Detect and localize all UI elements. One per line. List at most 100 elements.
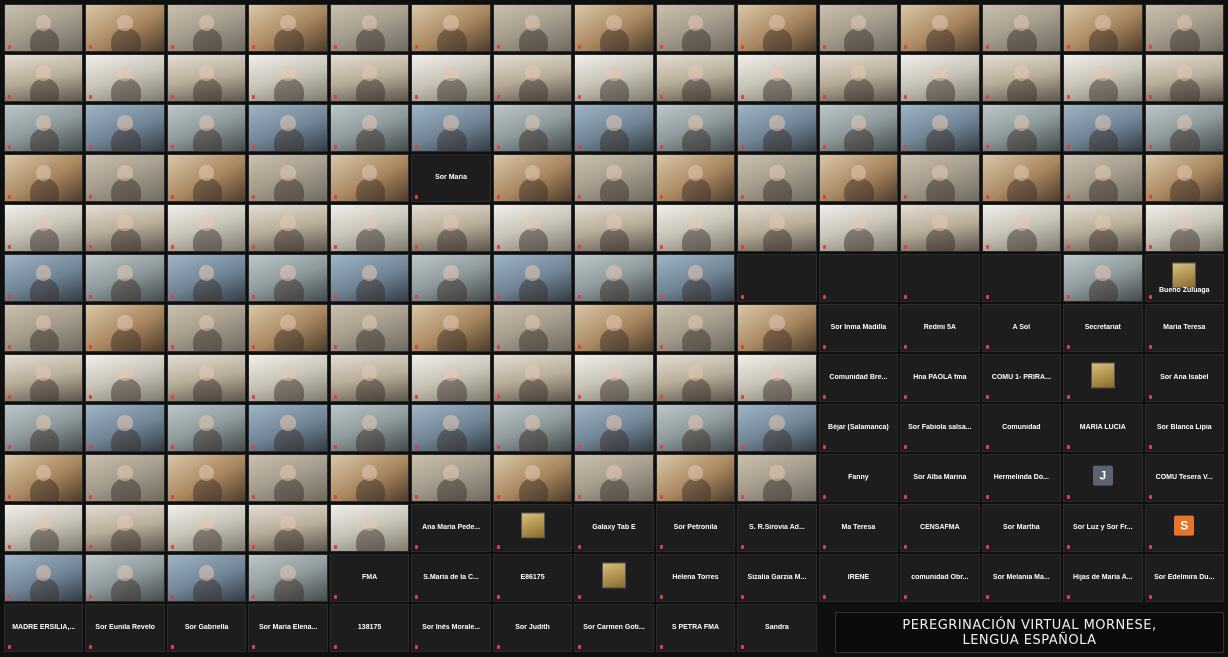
- participant-video-tile[interactable]: [574, 154, 654, 202]
- participant-video-tile[interactable]: [248, 204, 328, 252]
- participant-tile[interactable]: [1063, 354, 1143, 402]
- participant-video-tile[interactable]: [900, 104, 980, 152]
- participant-video-tile[interactable]: [574, 104, 654, 152]
- participant-video-tile[interactable]: [981, 104, 1062, 152]
- participant-video-tile[interactable]: [492, 354, 573, 402]
- participant-video-tile[interactable]: [411, 354, 491, 402]
- participant-video-tile[interactable]: [900, 54, 980, 102]
- participant-video-tile[interactable]: [655, 454, 736, 502]
- participant-video-tile[interactable]: [981, 4, 1062, 52]
- participant-tile[interactable]: Sizalia Garzia M...: [737, 554, 817, 602]
- participant-video-tile[interactable]: [1063, 104, 1143, 152]
- participant-tile[interactable]: S: [1144, 504, 1224, 552]
- participant-video-tile[interactable]: [1063, 4, 1143, 52]
- participant-tile[interactable]: Comunidad: [981, 404, 1062, 452]
- participant-tile[interactable]: Redmi 5A: [900, 304, 980, 352]
- participant-video-tile[interactable]: [1144, 154, 1224, 202]
- participant-tile-video-off[interactable]: [900, 254, 980, 302]
- participant-video-tile[interactable]: [166, 554, 247, 602]
- participant-video-tile[interactable]: [329, 4, 410, 52]
- participant-tile[interactable]: J: [1063, 454, 1143, 502]
- participant-video-tile[interactable]: [4, 254, 84, 302]
- participant-video-tile[interactable]: [85, 54, 165, 102]
- participant-video-tile[interactable]: [329, 104, 410, 152]
- participant-tile[interactable]: [574, 554, 654, 602]
- participant-video-tile[interactable]: [329, 304, 410, 352]
- participant-video-tile[interactable]: [166, 404, 247, 452]
- participant-tile[interactable]: Fanny: [818, 454, 899, 502]
- participant-video-tile[interactable]: [4, 354, 84, 402]
- participant-video-tile[interactable]: [329, 354, 410, 402]
- participant-video-tile[interactable]: [85, 404, 165, 452]
- participant-tile[interactable]: Hermelinda Do...: [981, 454, 1062, 502]
- participant-video-tile[interactable]: [329, 204, 410, 252]
- participant-video-tile[interactable]: [1063, 54, 1143, 102]
- participant-video-tile[interactable]: [737, 104, 817, 152]
- participant-video-tile[interactable]: [85, 154, 165, 202]
- participant-video-tile[interactable]: [248, 354, 328, 402]
- participant-video-tile[interactable]: [85, 4, 165, 52]
- participant-video-tile[interactable]: [574, 204, 654, 252]
- participant-video-tile[interactable]: [329, 504, 410, 552]
- participant-video-tile[interactable]: [4, 104, 84, 152]
- participant-video-tile[interactable]: [166, 154, 247, 202]
- participant-video-tile[interactable]: [900, 4, 980, 52]
- participant-tile[interactable]: Comunidad Bre...: [818, 354, 899, 402]
- participant-video-tile[interactable]: [166, 54, 247, 102]
- participant-tile[interactable]: Sor Ana Isabel: [1144, 354, 1224, 402]
- participant-video-tile[interactable]: [411, 54, 491, 102]
- participant-tile[interactable]: Hna PAOLA fma: [900, 354, 980, 402]
- participant-video-tile[interactable]: [329, 54, 410, 102]
- participant-tile[interactable]: COMU Tesera V...: [1144, 454, 1224, 502]
- participant-tile[interactable]: S PETRA FMA: [655, 604, 736, 652]
- participant-tile[interactable]: Sor Eunila Revelo: [85, 604, 165, 652]
- participant-video-tile[interactable]: [492, 104, 573, 152]
- participant-video-tile[interactable]: [818, 204, 899, 252]
- participant-tile[interactable]: 138175: [329, 604, 410, 652]
- participant-video-tile[interactable]: [900, 154, 980, 202]
- participant-video-tile[interactable]: [411, 304, 491, 352]
- participant-tile[interactable]: Sor Inés Morale...: [411, 604, 491, 652]
- participant-video-tile[interactable]: [492, 54, 573, 102]
- participant-tile[interactable]: Sor Carmen Goti...: [574, 604, 654, 652]
- participant-tile[interactable]: Sor Blanca Lipia: [1144, 404, 1224, 452]
- participant-tile[interactable]: Sor Melania Ma...: [981, 554, 1062, 602]
- participant-video-tile[interactable]: [492, 304, 573, 352]
- participant-video-tile[interactable]: [411, 254, 491, 302]
- participant-tile[interactable]: Sor Fabiola salsa...: [900, 404, 980, 452]
- participant-tile[interactable]: Sor Luz y Sor Fr...: [1063, 504, 1143, 552]
- participant-video-tile[interactable]: [411, 4, 491, 52]
- participant-video-tile[interactable]: [85, 554, 165, 602]
- participant-video-tile[interactable]: [492, 454, 573, 502]
- participant-tile[interactable]: Sor Petronila: [655, 504, 736, 552]
- participant-video-tile[interactable]: [166, 254, 247, 302]
- participant-video-tile[interactable]: [85, 254, 165, 302]
- participant-video-tile[interactable]: [85, 204, 165, 252]
- participant-video-tile[interactable]: [248, 454, 328, 502]
- participant-video-tile[interactable]: [166, 104, 247, 152]
- participant-video-tile[interactable]: [411, 404, 491, 452]
- participant-tile[interactable]: Sor Judith: [492, 604, 573, 652]
- participant-video-tile[interactable]: [329, 404, 410, 452]
- participant-tile[interactable]: FMA: [329, 554, 410, 602]
- participant-video-tile[interactable]: [4, 154, 84, 202]
- participant-video-tile[interactable]: [492, 4, 573, 52]
- participant-video-tile[interactable]: [85, 354, 165, 402]
- participant-tile[interactable]: COMU 1- PRIRA...: [981, 354, 1062, 402]
- participant-video-tile[interactable]: [737, 404, 817, 452]
- participant-video-tile[interactable]: [248, 154, 328, 202]
- participant-video-tile[interactable]: [4, 204, 84, 252]
- participant-video-tile[interactable]: [85, 454, 165, 502]
- participant-video-tile[interactable]: [85, 104, 165, 152]
- participant-video-tile[interactable]: [4, 454, 84, 502]
- participant-video-tile[interactable]: [166, 204, 247, 252]
- participant-tile[interactable]: Galaxy Tab E: [574, 504, 654, 552]
- participant-tile[interactable]: Maria Teresa: [1144, 304, 1224, 352]
- participant-tile[interactable]: Sor María Elena...: [248, 604, 328, 652]
- participant-tile[interactable]: Sor Martha: [981, 504, 1062, 552]
- participant-video-tile[interactable]: [248, 254, 328, 302]
- participant-video-tile[interactable]: [574, 354, 654, 402]
- participant-video-tile[interactable]: [492, 154, 573, 202]
- participant-tile[interactable]: Ma Teresa: [818, 504, 899, 552]
- participant-video-tile[interactable]: [574, 404, 654, 452]
